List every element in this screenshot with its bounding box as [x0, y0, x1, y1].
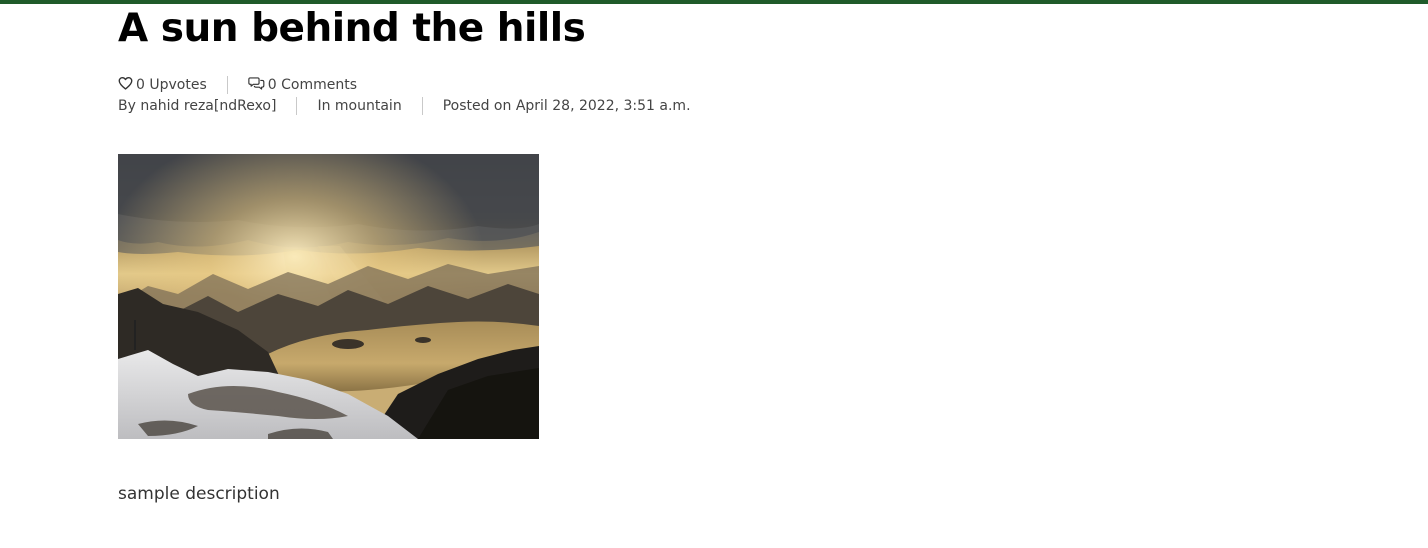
- post-image: [118, 154, 539, 439]
- author-link[interactable]: By nahid reza[ndRexo]: [118, 98, 276, 114]
- post-meta: By nahid reza[ndRexo] In mountain Posted…: [118, 96, 691, 116]
- post-description: sample description: [118, 484, 280, 504]
- meta-divider: [421, 97, 423, 115]
- comments-link[interactable]: 0 Comments: [248, 76, 357, 94]
- comment-count: 0 Comments: [267, 77, 357, 93]
- category-link[interactable]: In mountain: [317, 98, 401, 114]
- upvote-count: 0 Upvotes: [136, 77, 207, 93]
- post-title: A sun behind the hills: [118, 6, 586, 51]
- stats-divider: [226, 76, 228, 94]
- comments-icon: [248, 76, 265, 94]
- meta-divider: [296, 97, 298, 115]
- upvote-button[interactable]: 0 Upvotes: [118, 76, 207, 94]
- heart-icon: [118, 76, 133, 94]
- post-stats: 0 Upvotes 0 Comments: [118, 75, 357, 95]
- posted-date: Posted on April 28, 2022, 3:51 a.m.: [442, 98, 691, 114]
- top-accent-bar: [0, 0, 1428, 4]
